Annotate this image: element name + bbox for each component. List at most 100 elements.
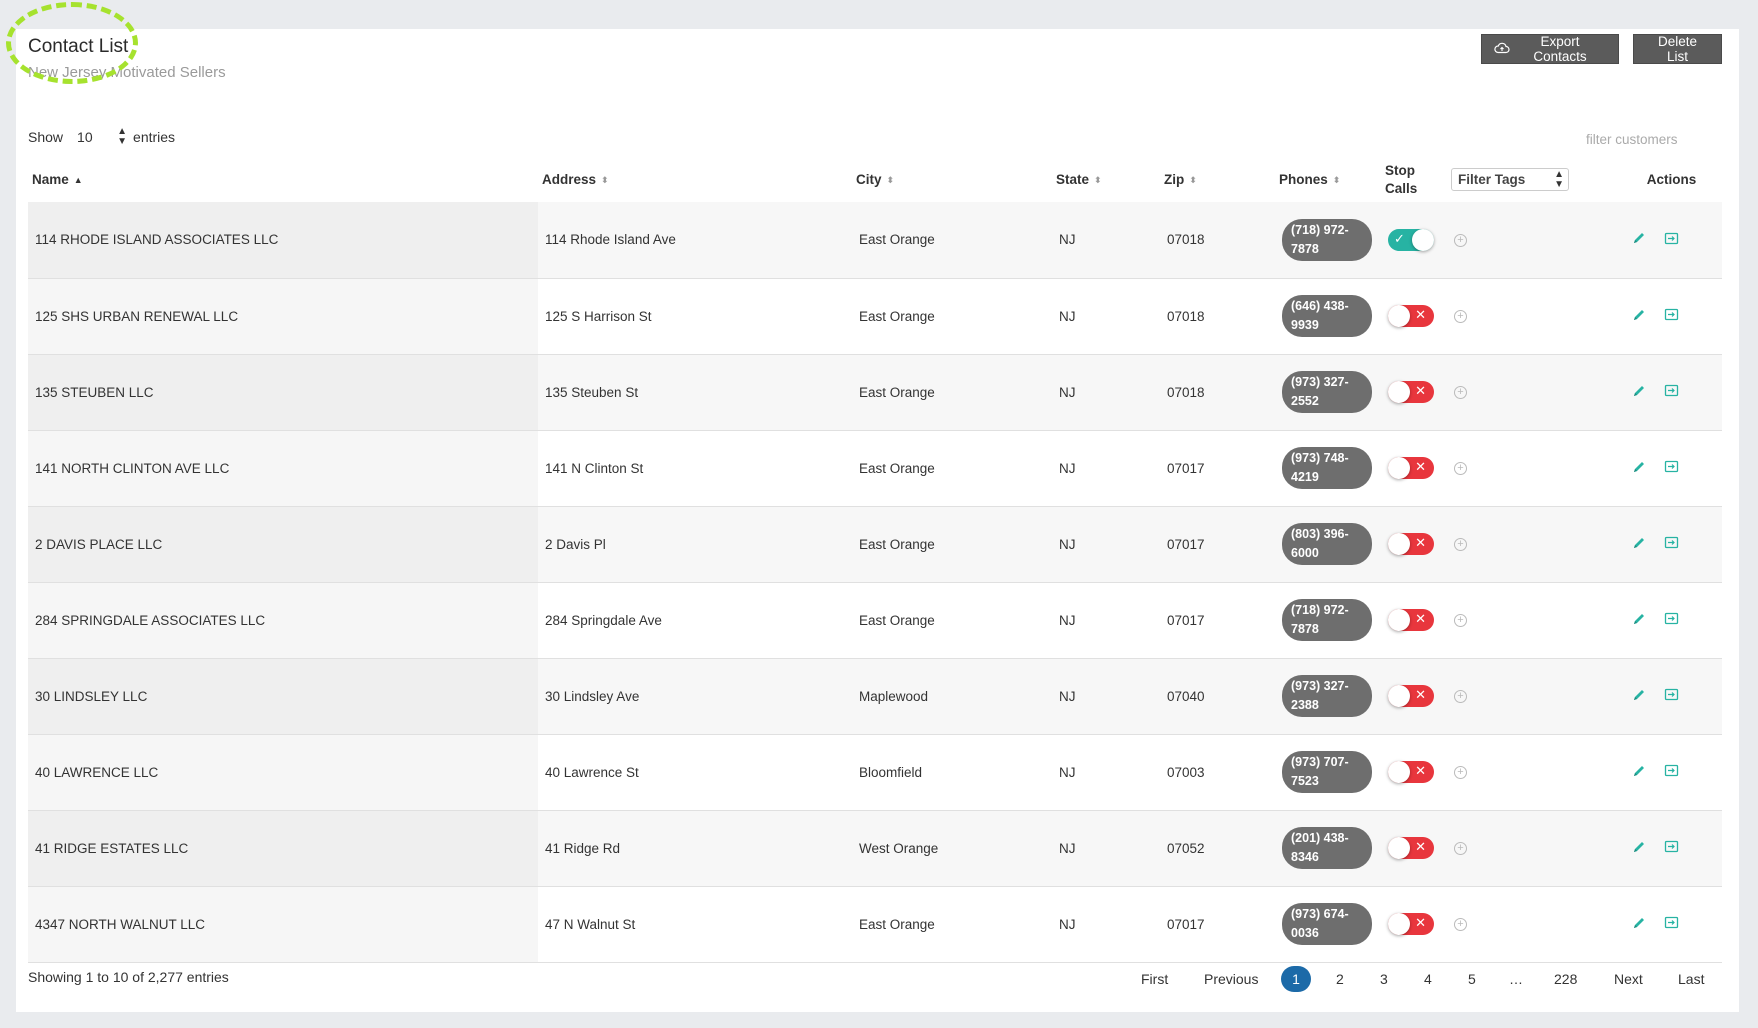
pagination-page-2[interactable]: 2 [1336, 966, 1344, 992]
delete-list-button[interactable]: Delete List [1633, 34, 1722, 64]
pencil-icon[interactable] [1632, 384, 1646, 401]
export-contacts-button[interactable]: Export Contacts [1481, 34, 1619, 64]
cell-name: 4347 NORTH WALNUT LLC [28, 886, 538, 963]
filter-tags-select[interactable]: Filter Tags ▲ ▼ [1451, 168, 1569, 191]
phone-badge[interactable]: (718) 972- 7878 [1282, 218, 1372, 261]
filter-customers-input[interactable] [1586, 129, 1716, 149]
cell-state: NJ [1052, 658, 1160, 735]
cell-actions [1617, 202, 1722, 279]
pagination-page-5[interactable]: 5 [1468, 966, 1476, 992]
stop-calls-toggle[interactable]: ✕ [1388, 913, 1434, 935]
pencil-icon[interactable] [1632, 308, 1646, 325]
pencil-icon[interactable] [1632, 688, 1646, 705]
pencil-icon[interactable] [1632, 231, 1646, 248]
pencil-icon[interactable] [1632, 764, 1646, 781]
pagination-page-3[interactable]: 3 [1380, 966, 1388, 992]
column-header-zip[interactable]: Zip ⬍ [1160, 157, 1275, 202]
phone-badge[interactable]: (973) 707- 7523 [1282, 751, 1372, 793]
cell-tags: + [1447, 506, 1617, 583]
cell-tags: + [1447, 582, 1617, 659]
pencil-icon[interactable] [1632, 536, 1646, 553]
cell-stop-calls: ✓ [1381, 202, 1447, 279]
stop-calls-toggle[interactable]: ✕ [1388, 685, 1434, 707]
stop-calls-toggle[interactable]: ✕ [1388, 381, 1434, 403]
phone-badge[interactable]: (973) 327- 2388 [1282, 675, 1372, 717]
pagination-page-1[interactable]: 1 [1281, 966, 1311, 992]
entries-select[interactable]: 10 ▲ ▼ [71, 126, 127, 148]
add-tag-icon[interactable]: + [1454, 234, 1467, 248]
toggle-mark-icon: ✕ [1415, 839, 1426, 854]
cell-state: NJ [1052, 886, 1160, 963]
pagination-first[interactable]: First [1141, 966, 1168, 992]
contact-zip: 07018 [1167, 308, 1205, 324]
cell-phones: (973) 748- 4219 [1275, 430, 1381, 507]
add-tag-icon[interactable]: + [1454, 538, 1467, 552]
pencil-icon[interactable] [1632, 916, 1646, 933]
contact-address: 40 Lawrence St [545, 764, 639, 780]
open-contact-icon[interactable] [1664, 384, 1679, 400]
contact-name: 141 NORTH CLINTON AVE LLC [35, 460, 230, 476]
column-header-phones[interactable]: Phones ⬍ [1275, 157, 1381, 202]
add-tag-icon[interactable]: + [1454, 462, 1467, 476]
stop-calls-toggle[interactable]: ✕ [1388, 609, 1434, 631]
pencil-icon[interactable] [1632, 460, 1646, 477]
stop-calls-toggle[interactable]: ✕ [1388, 305, 1434, 327]
open-contact-icon[interactable] [1664, 308, 1679, 324]
open-contact-icon[interactable] [1664, 840, 1679, 856]
cell-stop-calls: ✕ [1381, 886, 1447, 963]
cell-state: NJ [1052, 582, 1160, 659]
cell-actions [1617, 810, 1722, 887]
phone-badge[interactable]: (718) 972- 7878 [1282, 599, 1372, 641]
cell-city: East Orange [852, 202, 1052, 279]
column-header-city[interactable]: City ⬍ [852, 157, 1052, 202]
cell-city: East Orange [852, 582, 1052, 659]
table-row: 30 LINDSLEY LLC 30 Lindsley Ave Maplewoo… [28, 658, 1722, 735]
add-tag-icon[interactable]: + [1454, 310, 1467, 324]
pagination-page-228[interactable]: 228 [1554, 966, 1577, 992]
open-contact-icon[interactable] [1664, 536, 1679, 552]
add-tag-icon[interactable]: + [1454, 842, 1467, 856]
add-tag-icon[interactable]: + [1454, 918, 1467, 932]
cell-state: NJ [1052, 506, 1160, 583]
contact-state: NJ [1059, 384, 1076, 400]
column-header-state[interactable]: State ⬍ [1052, 157, 1160, 202]
pagination-last[interactable]: Last [1678, 966, 1704, 992]
phone-badge[interactable]: (973) 674- 0036 [1282, 903, 1372, 945]
stop-calls-toggle[interactable]: ✕ [1388, 837, 1434, 859]
phone-badge[interactable]: (201) 438- 8346 [1282, 827, 1372, 869]
open-contact-icon[interactable] [1664, 460, 1679, 476]
cell-tags: + [1447, 886, 1617, 963]
cell-stop-calls: ✕ [1381, 734, 1447, 811]
open-contact-icon[interactable] [1664, 688, 1679, 704]
phone-badge[interactable]: (973) 327- 2552 [1282, 371, 1372, 413]
phone-badge[interactable]: (803) 396- 6000 [1282, 523, 1372, 565]
stop-calls-toggle[interactable]: ✓ [1388, 228, 1434, 251]
pencil-icon[interactable] [1632, 612, 1646, 629]
contact-city: East Orange [859, 460, 935, 476]
open-contact-icon[interactable] [1664, 232, 1679, 248]
contact-state: NJ [1059, 688, 1076, 704]
open-contact-icon[interactable] [1664, 764, 1679, 780]
open-contact-icon[interactable] [1664, 612, 1679, 628]
stop-calls-toggle[interactable]: ✕ [1388, 533, 1434, 555]
contact-address: 125 S Harrison St [545, 308, 652, 324]
add-tag-icon[interactable]: + [1454, 614, 1467, 628]
add-tag-icon[interactable]: + [1454, 386, 1467, 400]
stop-calls-toggle[interactable]: ✕ [1388, 457, 1434, 479]
pencil-icon[interactable] [1632, 840, 1646, 857]
pagination-previous[interactable]: Previous [1204, 966, 1258, 992]
pagination-page-4[interactable]: 4 [1424, 966, 1432, 992]
column-header-address[interactable]: Address ⬍ [538, 157, 852, 202]
open-contact-icon[interactable] [1664, 916, 1679, 932]
export-contacts-label: Export Contacts [1533, 34, 1587, 64]
phone-badge[interactable]: (646) 438- 9939 [1282, 295, 1372, 337]
contact-city: Bloomfield [859, 764, 923, 780]
column-header-name[interactable]: Name ▲ [28, 157, 538, 202]
stop-calls-toggle[interactable]: ✕ [1388, 761, 1434, 783]
phone-badge[interactable]: (973) 748- 4219 [1282, 447, 1372, 489]
add-tag-icon[interactable]: + [1454, 690, 1467, 704]
pagination-next[interactable]: Next [1614, 966, 1643, 992]
add-tag-icon[interactable]: + [1454, 766, 1467, 780]
contact-address: 2 Davis Pl [545, 536, 606, 552]
table-row: 135 STEUBEN LLC 135 Steuben St East Oran… [28, 354, 1722, 431]
